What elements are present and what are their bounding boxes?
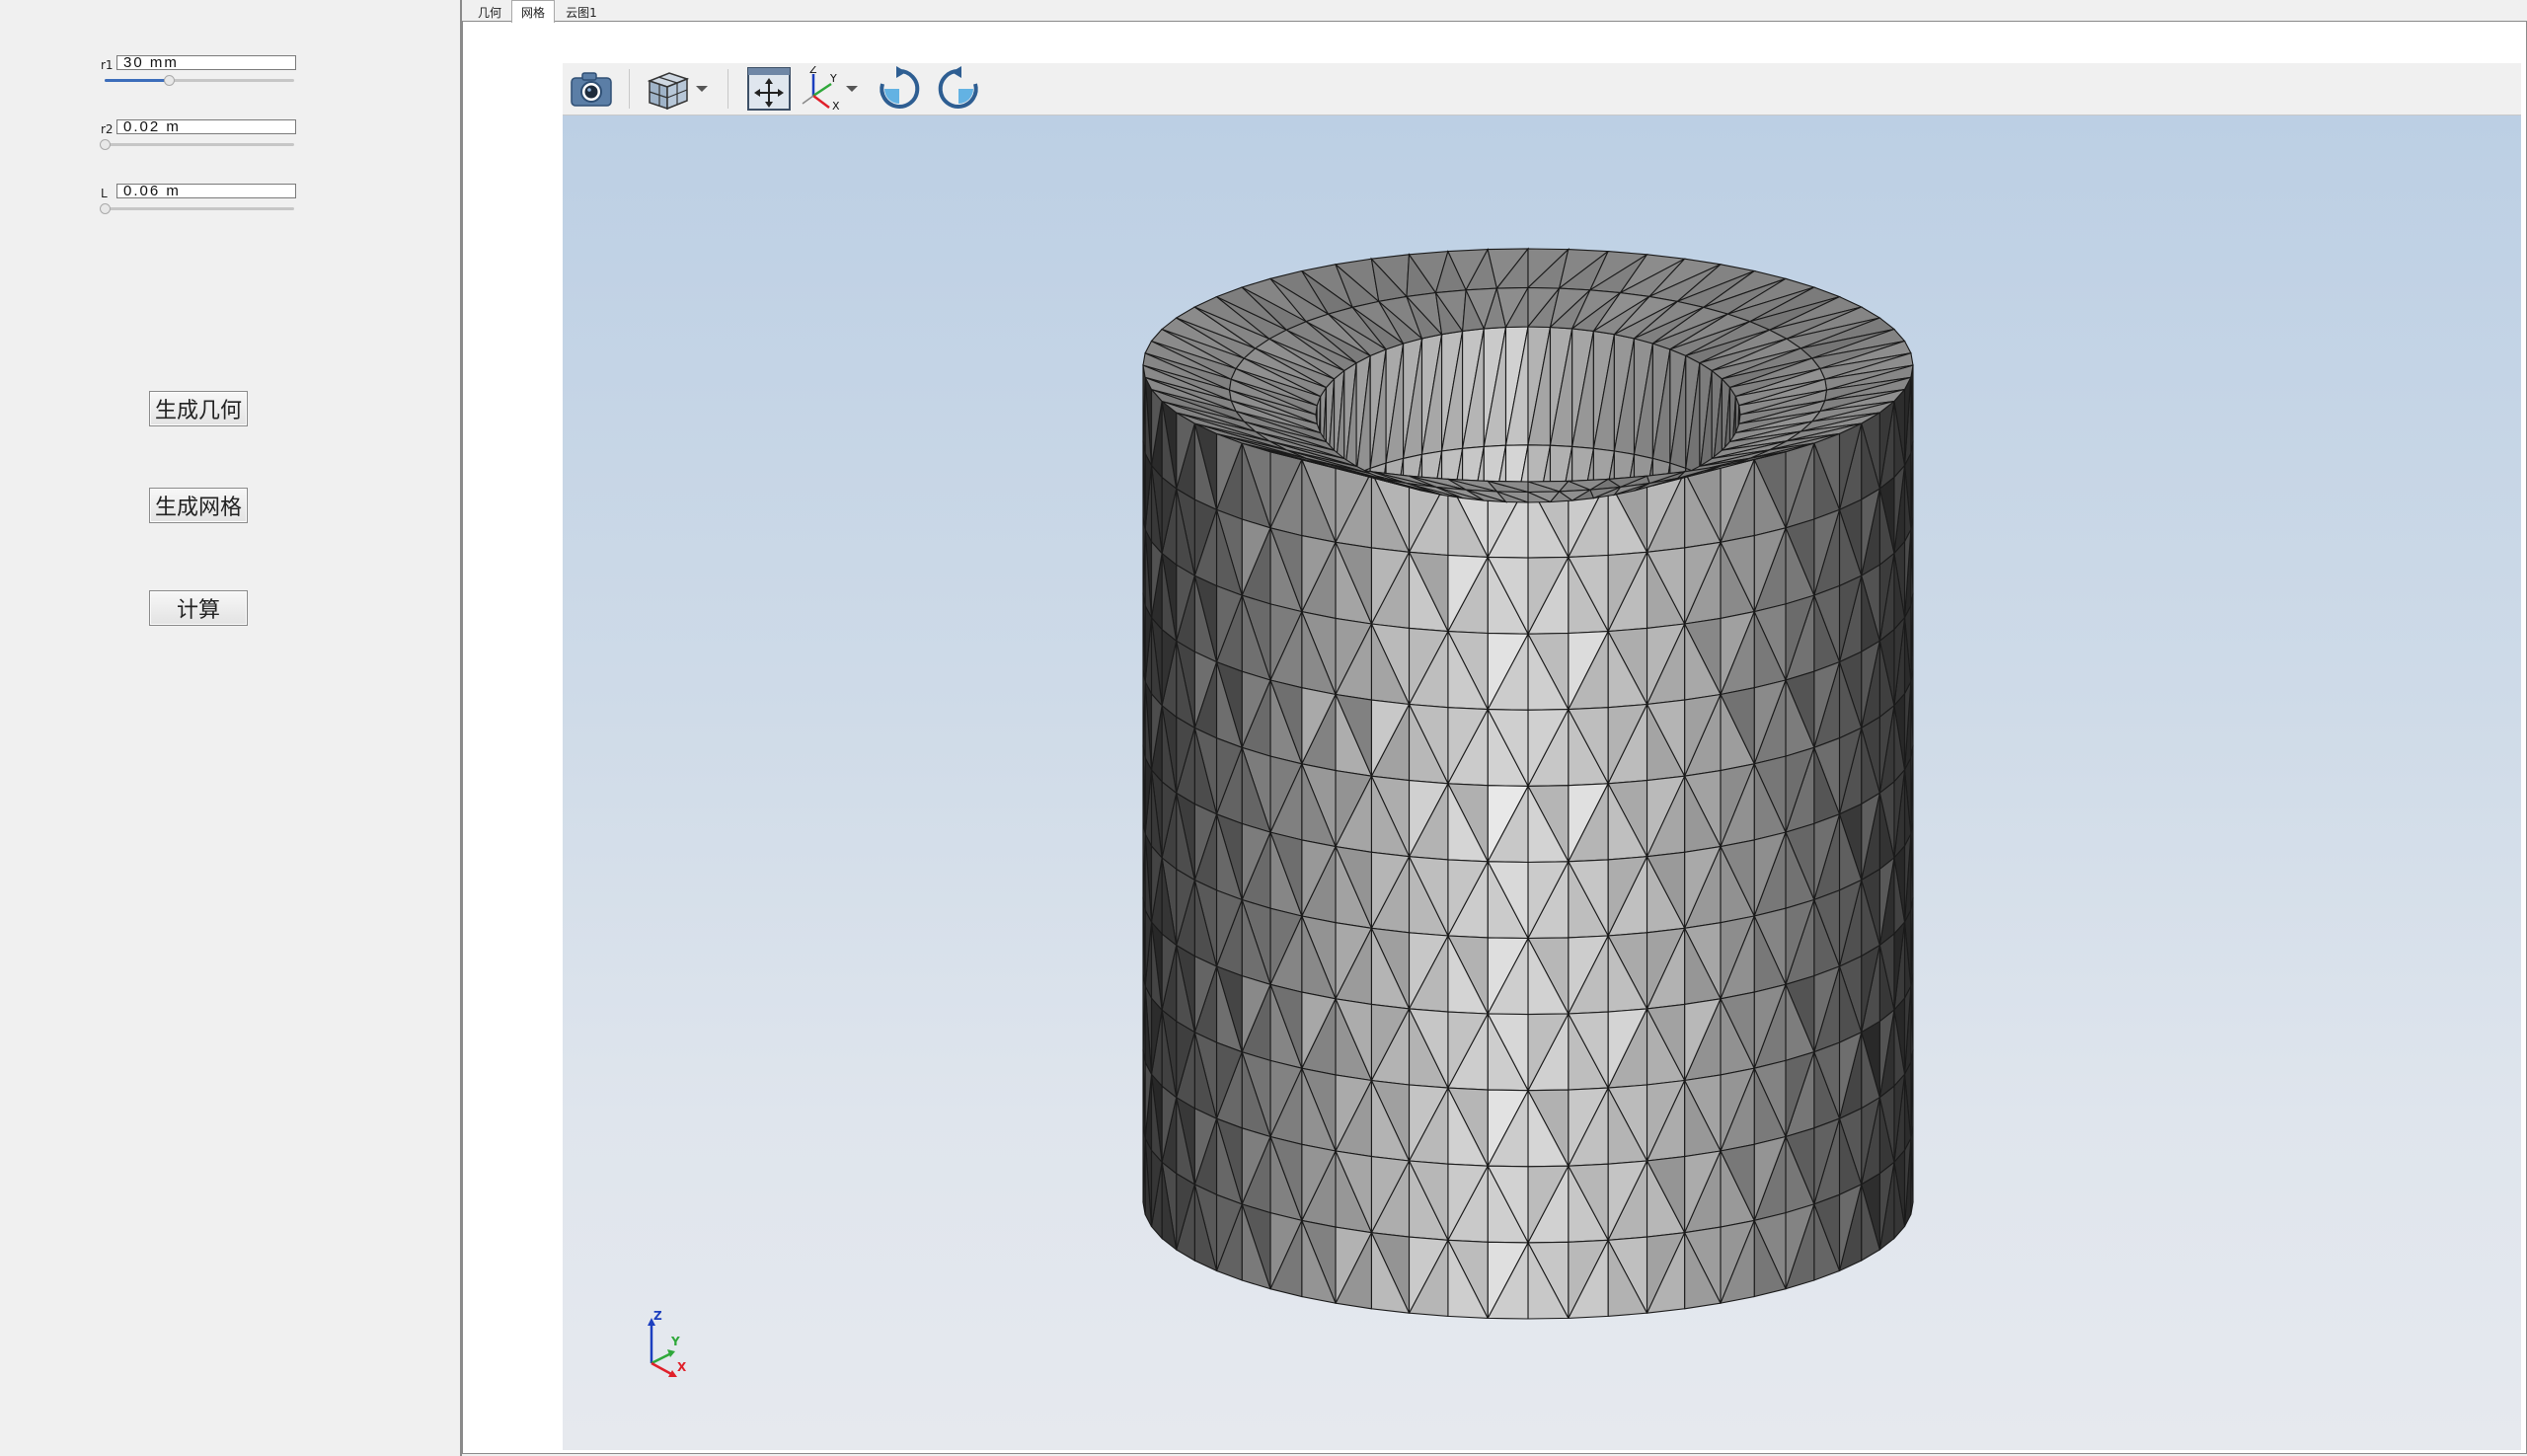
- generate-mesh-button[interactable]: 生成网格: [149, 488, 248, 523]
- dropdown-arrow-icon: [846, 86, 858, 92]
- L-slider-handle[interactable]: [100, 203, 111, 214]
- mesh-viewport[interactable]: Z Y X: [563, 115, 2521, 1450]
- r1-slider-handle[interactable]: [164, 75, 176, 86]
- axis-triad: Z Y X: [648, 1309, 687, 1377]
- toolbar-separator: [727, 69, 728, 109]
- camera-icon: [571, 72, 612, 107]
- tab-bar: 几何 网格 云图1: [464, 0, 2527, 23]
- param-r1-label: r1: [101, 58, 114, 72]
- cylinder-mesh-model: [1142, 247, 1914, 1320]
- svg-text:Z: Z: [809, 66, 817, 76]
- axes-orientation-icon: Z Y X: [802, 66, 840, 112]
- r1-slider[interactable]: [105, 75, 294, 86]
- L-slider[interactable]: [100, 203, 294, 214]
- r2-slider-handle[interactable]: [100, 139, 111, 150]
- L-input[interactable]: 0.06 m: [116, 184, 296, 198]
- r2-input[interactable]: 0.02 m: [116, 119, 296, 134]
- param-r2: r2 0.02 m: [99, 119, 301, 163]
- r1-input[interactable]: 30 mm: [116, 55, 296, 70]
- rotate-counterclockwise-icon: [938, 66, 978, 109]
- screenshot-button[interactable]: [567, 65, 616, 113]
- tab-mesh[interactable]: 网格: [511, 0, 555, 23]
- triad-z-label: Z: [653, 1309, 662, 1323]
- r1-slider-fill: [105, 79, 170, 82]
- generate-geometry-button[interactable]: 生成几何: [149, 391, 248, 426]
- viewer-scrollbar[interactable]: [2521, 63, 2526, 1450]
- toolbar-separator: [629, 69, 630, 109]
- tab-geometry[interactable]: 几何: [468, 2, 511, 22]
- axes-orientation-dropdown[interactable]: [841, 65, 863, 113]
- axes-orientation-button[interactable]: Z Y X: [800, 65, 843, 113]
- compute-button[interactable]: 计算: [149, 590, 248, 626]
- param-r1: r1 30 mm: [99, 55, 301, 99]
- r2-slider[interactable]: [100, 139, 294, 150]
- fit-view-icon: [747, 67, 791, 111]
- view-cube-icon: [647, 72, 690, 111]
- rotate-clockwise-icon: [880, 66, 920, 109]
- param-r2-label: r2: [101, 122, 114, 136]
- param-L: L 0.06 m: [99, 184, 301, 227]
- triad-x-axis: [651, 1361, 674, 1377]
- fit-view-button[interactable]: [744, 65, 794, 113]
- rotate-counterclockwise-button[interactable]: [934, 65, 983, 113]
- view-mode-dropdown[interactable]: [691, 65, 713, 113]
- triad-x-label: X: [677, 1360, 687, 1374]
- param-L-label: L: [101, 187, 108, 200]
- dropdown-arrow-icon: [696, 86, 708, 92]
- svg-text:Y: Y: [829, 72, 837, 85]
- tab-contour-1[interactable]: 云图1: [557, 2, 606, 22]
- rotate-clockwise-button[interactable]: [875, 65, 924, 113]
- viewer-toolbar: Z Y X: [563, 63, 2521, 115]
- parameter-panel: r1 30 mm r2 0.02 m L 0.06 m 生成几何 生成网格 计算: [0, 0, 462, 1456]
- triad-y-label: Y: [670, 1335, 680, 1348]
- triad-y-axis: [651, 1351, 672, 1365]
- view-mode-button[interactable]: [642, 65, 693, 113]
- svg-text:X: X: [832, 100, 840, 112]
